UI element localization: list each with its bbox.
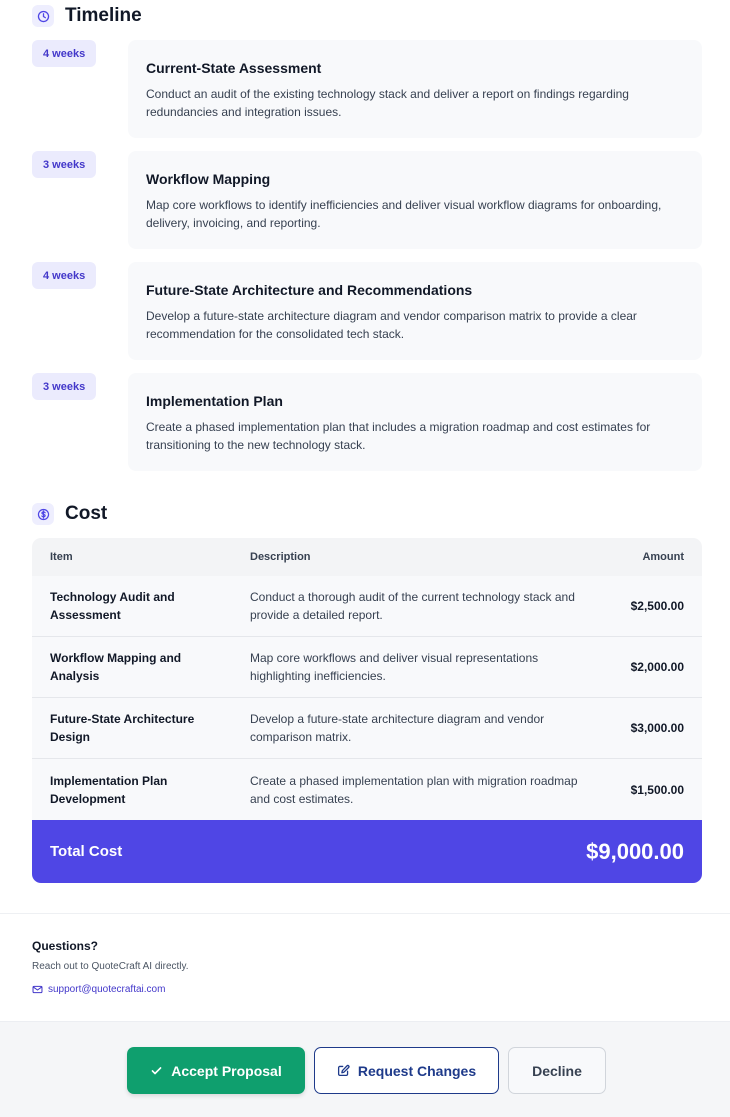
column-header-amount: Amount xyxy=(642,551,684,563)
request-changes-button[interactable]: Request Changes xyxy=(314,1047,499,1094)
total-cost-bar: Total Cost $9,000.00 xyxy=(32,820,702,883)
cost-table: Item Description Amount Technology Audit… xyxy=(32,538,702,883)
timeline-item-description: Map core workflows to identify inefficie… xyxy=(146,198,662,230)
timeline-item-description: Develop a future-state architecture diag… xyxy=(146,309,637,341)
cost-amount: $3,000.00 xyxy=(630,721,684,735)
timeline-card: Workflow Mapping Map core workflows to i… xyxy=(128,151,702,249)
support-email-text: support@quotecraftai.com xyxy=(48,984,166,995)
cost-title: Cost xyxy=(65,503,108,524)
questions-title: Questions? xyxy=(32,939,99,953)
table-header: Item Description Amount xyxy=(32,538,702,576)
support-email-link[interactable]: support@quotecraftai.com xyxy=(32,984,165,995)
section-divider xyxy=(0,913,730,914)
timeline-header: Timeline xyxy=(32,5,142,27)
timeline-item-title: Future-State Architecture and Recommenda… xyxy=(146,282,473,298)
duration-badge: 3 weeks xyxy=(32,373,97,400)
table-row: Technology Audit and Assessment Conduct … xyxy=(32,576,702,637)
cost-amount: $2,500.00 xyxy=(630,599,684,613)
cost-header: Cost xyxy=(32,503,107,525)
timeline-card: Current-State Assessment Conduct an audi… xyxy=(128,40,702,138)
timeline-card: Future-State Architecture and Recommenda… xyxy=(128,262,702,360)
accept-proposal-button[interactable]: Accept Proposal xyxy=(127,1047,305,1094)
cost-item: Workflow Mapping and Analysis xyxy=(50,651,182,683)
total-cost-label: Total Cost xyxy=(50,843,123,860)
table-row: Implementation Plan Development Create a… xyxy=(32,759,702,820)
mail-icon xyxy=(32,985,43,994)
action-footer: Accept Proposal Request Changes Decline xyxy=(0,1021,730,1117)
dollar-icon xyxy=(32,503,54,525)
request-changes-label: Request Changes xyxy=(357,1062,477,1079)
clock-icon xyxy=(32,5,54,27)
timeline-item-title: Current-State Assessment xyxy=(146,60,322,76)
total-cost-value: $9,000.00 xyxy=(586,838,684,864)
edit-icon xyxy=(337,1064,350,1077)
decline-button[interactable]: Decline xyxy=(508,1047,606,1094)
timeline-item-description: Conduct an audit of the existing technol… xyxy=(146,87,629,119)
cost-item: Technology Audit and Assessment xyxy=(50,590,175,622)
cost-description: Map core workflows and deliver visual re… xyxy=(250,651,539,683)
cost-description: Conduct a thorough audit of the current … xyxy=(250,590,575,622)
timeline-item-title: Workflow Mapping xyxy=(146,171,271,187)
timeline-card: Implementation Plan Create a phased impl… xyxy=(128,373,702,471)
proposal-page: Timeline 4 weeks Current-State Assessmen… xyxy=(0,0,730,1117)
cost-description: Create a phased implementation plan with… xyxy=(250,773,578,806)
cost-item: Future-State Architecture Design xyxy=(50,712,195,744)
timeline-title: Timeline xyxy=(65,5,142,26)
table-row: Future-State Architecture Design Develop… xyxy=(32,698,702,759)
cost-amount: $2,000.00 xyxy=(630,660,684,674)
check-icon xyxy=(151,1067,162,1075)
duration-badge: 4 weeks xyxy=(32,40,97,67)
cost-amount: $1,500.00 xyxy=(630,782,684,797)
cost-item: Implementation Plan Development xyxy=(50,773,168,806)
column-header-item: Item xyxy=(50,551,73,563)
duration-badge: 3 weeks xyxy=(32,151,97,178)
cost-description: Develop a future-state architecture diag… xyxy=(250,712,545,744)
decline-label: Decline xyxy=(532,1062,582,1079)
timeline-item-title: Implementation Plan xyxy=(146,393,283,409)
table-row: Workflow Mapping and Analysis Map core w… xyxy=(32,637,702,698)
questions-subtitle: Reach out to QuoteCraft AI directly. xyxy=(32,961,189,972)
duration-badge: 4 weeks xyxy=(32,262,97,289)
timeline-item-description: Create a phased implementation plan that… xyxy=(146,420,651,452)
column-header-description: Description xyxy=(250,551,311,563)
accept-proposal-label: Accept Proposal xyxy=(171,1062,282,1079)
